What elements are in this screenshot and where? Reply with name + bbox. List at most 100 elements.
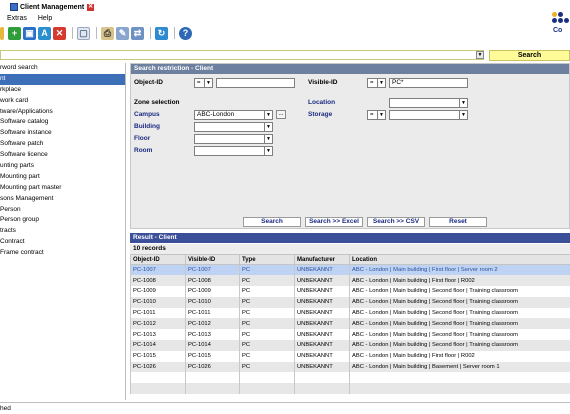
transfer-icon[interactable]: ⇄ [131, 26, 144, 40]
floor-select[interactable]: ▼ [194, 134, 273, 144]
column-header-location[interactable]: Location [349, 254, 570, 265]
status-text: hed [0, 405, 11, 412]
campus-label: Campus [134, 111, 160, 118]
table-cell: UNBEKANNT [294, 361, 350, 373]
table-cell: ABC - London | Main building | Second fl… [349, 307, 570, 319]
visible-id-input[interactable]: PC* [389, 78, 468, 88]
print-preview-icon[interactable]: ▢ [77, 26, 90, 40]
table-cell: UNBEKANNT [294, 350, 350, 362]
status-bar: hed [0, 402, 570, 414]
sidebar-item[interactable]: Person group [0, 215, 125, 226]
location-select[interactable]: ▼ [389, 98, 468, 108]
sidebar-item[interactable]: Software patch [0, 139, 125, 150]
object-id-operator[interactable]: = ▼ [194, 78, 213, 88]
sidebar-item[interactable]: rkplace [0, 85, 125, 96]
column-header-type[interactable]: Type [239, 254, 295, 265]
search-csv-button[interactable]: Search >> CSV [367, 217, 425, 227]
campus-browse-button[interactable]: ... [276, 110, 286, 119]
table-cell: ABC - London | Main building | Second fl… [349, 340, 570, 351]
table-row[interactable]: PC-1010 PC-1010 PC UNBEKANNT ABC - London | … [130, 296, 570, 308]
table-cell: UNBEKANNT [294, 318, 350, 330]
location-label: Location [308, 99, 336, 106]
edit-icon[interactable]: A [38, 26, 51, 40]
print-icon[interactable]: ⎙ [101, 26, 114, 40]
table-row [130, 372, 570, 384]
table-row[interactable]: PC-1009 PC-1009 PC UNBEKANNT ABC - London | … [130, 286, 570, 297]
table-cell [130, 383, 186, 395]
table-cell: PC-1009 [130, 286, 186, 297]
quick-search-row: ▼ Search [0, 50, 570, 61]
sidebar-item[interactable]: unting parts [0, 161, 125, 172]
table-row[interactable]: PC-1007 PC-1007 PC UNBEKANNT ABC - London | … [130, 264, 570, 276]
sidebar-item[interactable]: Frame contract [0, 248, 125, 259]
sidebar-item[interactable]: Contract [0, 237, 125, 248]
add-icon[interactable]: + [8, 26, 21, 40]
storage-label: Storage [308, 111, 333, 118]
column-header-manufacturer[interactable]: Manufacturer [294, 254, 350, 265]
campus-select[interactable]: ABC-London ▼ [194, 110, 273, 120]
toolbar-folder-icon[interactable] [0, 26, 4, 40]
table-cell [185, 372, 240, 384]
sidebar-item[interactable]: sons Management [0, 194, 125, 205]
visible-id-operator[interactable]: = ▼ [367, 78, 386, 88]
menu-bar: Extras Help [0, 14, 540, 23]
table-cell: PC-1010 [185, 296, 240, 308]
toolbar-divider [72, 27, 73, 39]
search-excel-button[interactable]: Search >> Excel [305, 217, 363, 227]
window-title: Client Management [20, 3, 85, 11]
table-row[interactable]: PC-1013 PC-1013 PC UNBEKANNT ABC - London | … [130, 329, 570, 341]
quick-search-button[interactable]: Search [489, 50, 570, 61]
column-header-object-id[interactable]: Object-ID [130, 254, 186, 265]
table-cell: PC-1014 [130, 340, 186, 351]
menu-help[interactable]: Help [31, 14, 56, 23]
refresh-icon[interactable]: ↻ [155, 26, 168, 40]
search-button[interactable]: Search [243, 217, 301, 227]
table-cell: PC [239, 275, 295, 287]
sidebar-item[interactable]: Mounting part [0, 172, 125, 183]
close-icon[interactable]: ✕ [87, 3, 95, 11]
table-cell: PC [239, 296, 295, 308]
result-table-header: Object-ID Visible-ID Type Manufacturer L… [130, 254, 570, 265]
copy-icon[interactable]: ▣ [23, 26, 36, 40]
chevron-down-icon: ▼ [459, 99, 467, 107]
sidebar-item[interactable]: Mounting part master [0, 183, 125, 194]
table-row[interactable]: PC-1015 PC-1015 PC UNBEKANNT ABC - London | … [130, 350, 570, 362]
quick-search-input[interactable] [0, 50, 484, 60]
table-row[interactable]: PC-1012 PC-1012 PC UNBEKANNT ABC - London | … [130, 318, 570, 330]
delete-icon[interactable]: ✕ [53, 26, 66, 40]
table-cell: UNBEKANNT [294, 264, 350, 276]
sidebar-item[interactable]: Software instance [0, 128, 125, 139]
table-row[interactable]: PC-1011 PC-1011 PC UNBEKANNT ABC - London | … [130, 307, 570, 319]
chevron-down-icon[interactable]: ▼ [476, 51, 484, 59]
table-row[interactable]: PC-1014 PC-1014 PC UNBEKANNT ABC - London | … [130, 340, 570, 351]
table-row[interactable]: PC-1008 PC-1008 PC UNBEKANNT ABC - London | … [130, 275, 570, 287]
storage-operator[interactable]: = ▼ [367, 110, 386, 120]
table-cell: PC-1015 [185, 350, 240, 362]
sidebar-item[interactable]: tware/Applications [0, 107, 125, 118]
table-cell: PC-1026 [185, 361, 240, 373]
sidebar-item[interactable]: Software licence [0, 150, 125, 161]
reset-button[interactable]: Reset [429, 217, 487, 227]
table-row[interactable]: PC-1026 PC-1026 PC UNBEKANNT ABC - London | … [130, 361, 570, 373]
sidebar-item[interactable]: work card [0, 96, 125, 107]
table-cell: PC-1010 [130, 296, 186, 308]
storage-select[interactable]: ▼ [389, 110, 468, 120]
help-icon[interactable]: ? [179, 26, 192, 40]
table-cell: PC-1015 [130, 350, 186, 362]
menu-extras[interactable]: Extras [0, 14, 31, 23]
window-tab[interactable]: Client Management ✕ [7, 1, 97, 13]
sidebar-item[interactable]: rword search [0, 63, 125, 74]
room-select[interactable]: ▼ [194, 146, 273, 156]
sidebar-item[interactable]: nt [0, 73, 125, 85]
sidebar-item[interactable]: tracts [0, 226, 125, 237]
building-select[interactable]: ▼ [194, 122, 273, 132]
sidebar-item[interactable]: Software catalog [0, 117, 125, 128]
sidebar-item[interactable]: Person [0, 205, 125, 216]
table-cell: PC-1012 [185, 318, 240, 330]
object-id-input[interactable] [216, 78, 295, 88]
table-cell: PC [239, 286, 295, 297]
report-icon[interactable]: ✎ [116, 26, 129, 40]
panel-title: Search restriction - Client [131, 64, 569, 74]
record-count: 10 records [130, 244, 570, 254]
column-header-visible-id[interactable]: Visible-ID [185, 254, 240, 265]
